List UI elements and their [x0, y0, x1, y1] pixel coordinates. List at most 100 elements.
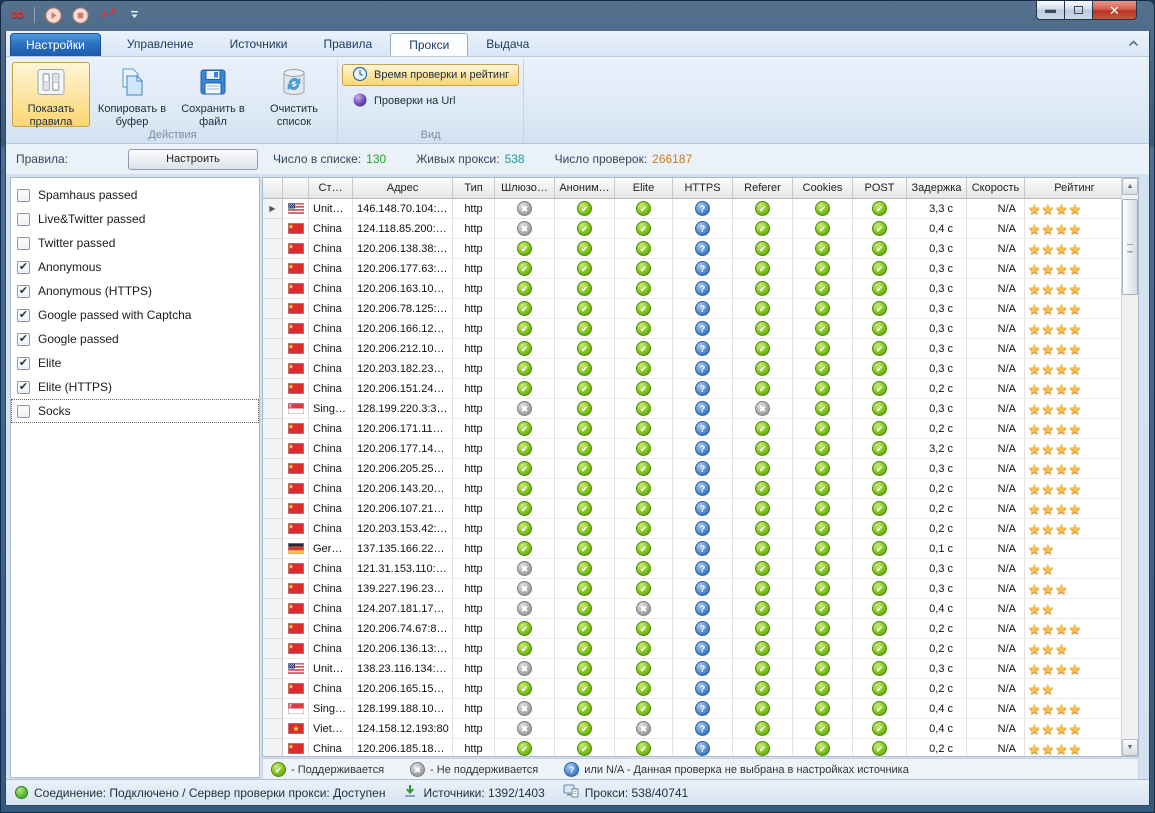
stop-icon[interactable]	[71, 5, 91, 25]
tab-источники[interactable]: Источники	[212, 33, 306, 56]
tab-правила[interactable]: Правила	[306, 33, 391, 56]
rule-item-google-passed-with-captcha[interactable]: ✔Google passed with Captcha	[11, 303, 259, 327]
table-row[interactable]: China120.203.182.23…http✔✔✔?✔✔✔0,3 сN/A★…	[263, 359, 1121, 379]
close-button[interactable]: ✕	[1092, 1, 1137, 20]
qat-dropdown-icon[interactable]	[129, 6, 140, 24]
table-row[interactable]: Ger…137.135.166.22…http✔✔✔?✔✔✔0,1 сN/A★★	[263, 539, 1121, 559]
table-row[interactable]: China120.206.138.38:…http✔✔✔?✔✔✔0,3 сN/A…	[263, 239, 1121, 259]
ribbon-button-toggle-switches[interactable]: Показать правила	[12, 62, 90, 127]
ribbon-button-save[interactable]: Сохранить в файл	[174, 62, 252, 127]
table-row[interactable]: China120.206.171.11…http✔✔✔?✔✔✔0,2 сN/A★…	[263, 419, 1121, 439]
checkbox-checked-icon[interactable]: ✔	[17, 261, 30, 274]
status-cell: ✔	[853, 579, 907, 599]
checkbox-unchecked-icon[interactable]	[17, 237, 30, 250]
column-header-referer[interactable]: Referer	[733, 178, 793, 199]
column-header-elite[interactable]: Elite	[615, 178, 673, 199]
column-header[interactable]	[283, 178, 309, 199]
table-row[interactable]: China120.206.177.63:…http✔✔✔?✔✔✔0,3 сN/A…	[263, 259, 1121, 279]
rule-item-twitter-passed[interactable]: Twitter passed	[11, 231, 259, 255]
tab-прокси[interactable]: Прокси	[390, 33, 468, 56]
supported-check-icon: ✔	[872, 741, 887, 756]
rule-item-elite-https-[interactable]: ✔Elite (HTTPS)	[11, 375, 259, 399]
table-row[interactable]: China120.203.153.42:…http✔✔✔?✔✔✔0,2 сN/A…	[263, 519, 1121, 539]
delay-cell: 0,3 с	[907, 559, 967, 579]
ribbon-button-clear-list[interactable]: Очистить список	[255, 62, 333, 127]
table-row[interactable]: China139.227.196.23…http✖✔✔?✔✔✔0,3 сN/A★…	[263, 579, 1121, 599]
table-row[interactable]: Sing…128.199.220.3:3…http✖✔✔?✖✔✔0,3 сN/A…	[263, 399, 1121, 419]
tab-управление[interactable]: Управление	[109, 33, 212, 56]
checkbox-checked-icon[interactable]: ✔	[17, 381, 30, 394]
scroll-down-button[interactable]: ▼	[1122, 739, 1138, 756]
supported-check-icon: ✔	[872, 661, 887, 676]
column-header-шлюзо[interactable]: Шлюзо…	[495, 178, 555, 199]
ribbon-button-copy[interactable]: Копировать в буфер	[93, 62, 171, 127]
maximize-button[interactable]	[1065, 1, 1092, 20]
type-cell: http	[453, 279, 495, 299]
status-cell: ✔	[615, 379, 673, 399]
vertical-scrollbar[interactable]: ▲ ▼	[1121, 178, 1138, 756]
column-header[interactable]	[263, 178, 283, 199]
checkbox-unchecked-icon[interactable]	[17, 189, 30, 202]
rule-item-elite[interactable]: ✔Elite	[11, 351, 259, 375]
table-row[interactable]: China120.206.136.13:…http✔✔✔?✔✔✔0,2 сN/A…	[263, 639, 1121, 659]
ribbon-collapse-icon[interactable]	[1128, 39, 1139, 50]
supported-check-icon: ✔	[755, 201, 770, 216]
checkbox-checked-icon[interactable]: ✔	[17, 285, 30, 298]
status-cell: ✔	[853, 679, 907, 699]
graph-icon[interactable]	[98, 5, 118, 25]
table-row[interactable]: China120.206.74.67:8…http✔✔✔?✔✔✔0,2 сN/A…	[263, 619, 1121, 639]
table-row[interactable]: Viet…124.158.12.193:80http✖✔✖?✔✔✔0,4 сN/…	[263, 719, 1121, 739]
rule-item-google-passed[interactable]: ✔Google passed	[11, 327, 259, 351]
ribbon-button-clock[interactable]: Время проверки и рейтинг	[342, 64, 519, 86]
table-row[interactable]: China120.206.205.25…http✔✔✔?✔✔✔0,3 сN/A★…	[263, 459, 1121, 479]
column-header-cookies[interactable]: Cookies	[793, 178, 853, 199]
table-row[interactable]: China120.206.212.10…http✔✔✔?✔✔✔0,3 сN/A★…	[263, 339, 1121, 359]
status-cell: ✔	[615, 519, 673, 539]
status-cell: ✔	[793, 319, 853, 339]
column-header-post[interactable]: POST	[853, 178, 907, 199]
table-row[interactable]: China120.206.78.125:…http✔✔✔?✔✔✔0,3 сN/A…	[263, 299, 1121, 319]
play-icon[interactable]	[44, 5, 64, 25]
checkbox-unchecked-icon[interactable]	[17, 213, 30, 226]
column-header-тип[interactable]: Тип	[453, 178, 495, 199]
tab-выдача[interactable]: Выдача	[468, 33, 547, 56]
table-row[interactable]: Unit…138.23.116.134:…http✖✔✔?✔✔✔0,3 сN/A…	[263, 659, 1121, 679]
tab-settings-app-button[interactable]: Настройки	[10, 33, 101, 56]
table-row[interactable]: China120.206.107.21…http✔✔✔?✔✔✔0,2 сN/A★…	[263, 499, 1121, 519]
table-row[interactable]: Sing…128.199.188.10…http✖✔✔?✔✔✔0,4 сN/A★…	[263, 699, 1121, 719]
checkbox-checked-icon[interactable]: ✔	[17, 333, 30, 346]
table-row[interactable]: China124.207.181.17…http✖✔✖?✔✔✔0,4 сN/A★…	[263, 599, 1121, 619]
table-row[interactable]: China120.206.163.10…http✔✔✔?✔✔✔0,3 сN/A★…	[263, 279, 1121, 299]
table-row[interactable]: China124.118.85.200:…http✖✔✔?✔✔✔0,4 сN/A…	[263, 219, 1121, 239]
column-header-задержка[interactable]: Задержка	[907, 178, 967, 199]
table-row[interactable]: China120.206.185.18…http✔✔✔?✔✔✔0,2 сN/A★…	[263, 739, 1121, 756]
column-header-рейтинг[interactable]: Рейтинг	[1025, 178, 1125, 199]
column-header-аноним[interactable]: Аноним…	[555, 178, 615, 199]
minimize-button[interactable]: ▬	[1036, 1, 1065, 20]
table-row[interactable]: China120.206.177.14…http✔✔✔?✔✔✔3,2 сN/A★…	[263, 439, 1121, 459]
table-row[interactable]: ▶Unit…146.148.70.104:…http✖✔✔?✔✔✔3,3 сN/…	[263, 199, 1121, 219]
rule-item-anonymous[interactable]: ✔Anonymous	[11, 255, 259, 279]
scrollbar-thumb[interactable]	[1122, 199, 1138, 295]
scroll-up-button[interactable]: ▲	[1122, 178, 1138, 195]
rule-item-socks[interactable]: Socks	[11, 399, 259, 423]
table-row[interactable]: China121.31.153.110:…http✖✔✔?✔✔✔0,3 сN/A…	[263, 559, 1121, 579]
checkbox-checked-icon[interactable]: ✔	[17, 357, 30, 370]
checkbox-checked-icon[interactable]: ✔	[17, 309, 30, 322]
column-header-https[interactable]: HTTPS	[673, 178, 733, 199]
checkbox-unchecked-icon[interactable]	[17, 405, 30, 418]
table-row[interactable]: China120.206.143.20…http✔✔✔?✔✔✔0,2 сN/A★…	[263, 479, 1121, 499]
rule-item-live-twitter-passed[interactable]: Live&Twitter passed	[11, 207, 259, 231]
configure-rules-button[interactable]: Настроить	[128, 149, 258, 170]
rule-item-anonymous-https-[interactable]: ✔Anonymous (HTTPS)	[11, 279, 259, 303]
ribbon-button-purple-sphere[interactable]: Проверки на Url	[342, 90, 519, 112]
table-row[interactable]: China120.206.166.12…http✔✔✔?✔✔✔0,3 сN/A★…	[263, 319, 1121, 339]
column-header-адрес[interactable]: Адрес	[353, 178, 453, 199]
column-header-скорость[interactable]: Скорость	[967, 178, 1025, 199]
table-row[interactable]: China120.206.151.24…http✔✔✔?✔✔✔0,2 сN/A★…	[263, 379, 1121, 399]
table-row[interactable]: China120.206.165.15…http✔✔✔?✔✔✔0,2 сN/A★…	[263, 679, 1121, 699]
rule-item-spamhaus-passed[interactable]: Spamhaus passed	[11, 183, 259, 207]
not-supported-x-icon: ✖	[517, 721, 532, 736]
infinity-logo-icon[interactable]: ∞	[11, 5, 25, 25]
column-header-ст[interactable]: Ст…	[309, 178, 353, 199]
